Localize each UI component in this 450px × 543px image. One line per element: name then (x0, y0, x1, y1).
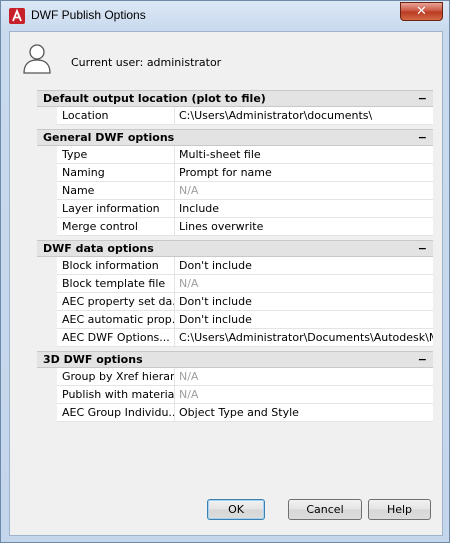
user-icon (23, 44, 51, 74)
row-gutter (37, 218, 57, 236)
row-gutter (37, 146, 57, 164)
collapse-icon[interactable]: − (418, 352, 427, 367)
ok-button[interactable]: OK (207, 499, 265, 520)
property-row[interactable]: Publish with materials N/A (37, 386, 433, 404)
help-button[interactable]: Help (368, 499, 431, 520)
property-name: Name (57, 182, 175, 200)
property-value[interactable]: Lines overwrite (175, 218, 433, 236)
property-row[interactable]: AEC DWF Options... C:\Users\Administrator… (37, 329, 433, 347)
property-row[interactable]: Naming Prompt for name (37, 164, 433, 182)
property-value: N/A (175, 386, 433, 404)
properties-grid: Default output location (plot to file) − L… (37, 90, 433, 422)
dialog-body: Current user: administrator Default outp… (9, 31, 443, 536)
property-name: AEC DWF Options... (57, 329, 175, 347)
collapse-icon[interactable]: − (418, 130, 427, 145)
row-gutter (37, 293, 57, 311)
property-name: Layer information (57, 200, 175, 218)
property-value[interactable]: Include (175, 200, 433, 218)
row-gutter (37, 257, 57, 275)
property-row[interactable]: Layer information Include (37, 200, 433, 218)
property-name: Type (57, 146, 175, 164)
property-row[interactable]: Group by Xref hierar... N/A (37, 368, 433, 386)
property-row[interactable]: Name N/A (37, 182, 433, 200)
property-name: Block information (57, 257, 175, 275)
close-icon: ✕ (416, 4, 427, 19)
property-value: N/A (175, 368, 433, 386)
property-row[interactable]: Type Multi-sheet file (37, 146, 433, 164)
property-value[interactable]: Don't include (175, 311, 433, 329)
row-gutter (37, 311, 57, 329)
property-name: Location (57, 107, 175, 125)
property-row[interactable]: AEC automatic prop... Don't include (37, 311, 433, 329)
property-row[interactable]: Block template file N/A (37, 275, 433, 293)
section-title: Default output location (plot to file) (43, 92, 266, 105)
row-gutter (37, 275, 57, 293)
property-name: AEC Group Individu... (57, 404, 175, 422)
section-title: General DWF options (43, 131, 175, 144)
property-value: N/A (175, 275, 433, 293)
property-value[interactable]: Multi-sheet file (175, 146, 433, 164)
row-gutter (37, 386, 57, 404)
section-title: DWF data options (43, 242, 154, 255)
property-value[interactable]: Don't include (175, 293, 433, 311)
row-gutter (37, 200, 57, 218)
row-gutter (37, 368, 57, 386)
autocad-app-icon (9, 8, 25, 24)
cancel-button[interactable]: Cancel (288, 499, 362, 520)
section-header[interactable]: Default output location (plot to file) − (37, 90, 433, 107)
row-gutter (37, 164, 57, 182)
close-button[interactable]: ✕ (400, 2, 443, 21)
section-title: 3D DWF options (43, 353, 143, 366)
property-row[interactable]: Block information Don't include (37, 257, 433, 275)
property-name: Block template file (57, 275, 175, 293)
property-row[interactable]: Location C:\Users\Administrator\documents… (37, 107, 433, 125)
section-header[interactable]: General DWF options − (37, 129, 433, 146)
section-header[interactable]: DWF data options − (37, 240, 433, 257)
property-value[interactable]: Prompt for name (175, 164, 433, 182)
row-gutter (37, 329, 57, 347)
property-name: AEC automatic prop... (57, 311, 175, 329)
row-gutter (37, 182, 57, 200)
window-title: DWF Publish Options (31, 8, 146, 22)
property-value[interactable]: Object Type and Style (175, 404, 433, 422)
row-gutter (37, 404, 57, 422)
property-name: AEC property set da... (57, 293, 175, 311)
property-name: Publish with materials (57, 386, 175, 404)
property-row[interactable]: AEC property set da... Don't include (37, 293, 433, 311)
property-value[interactable]: C:\Users\Administrator\documents\ (175, 107, 433, 125)
current-user-label: Current user: administrator (71, 56, 222, 69)
property-value[interactable]: C:\Users\Administrator\Documents\Autodes… (175, 329, 433, 347)
property-row[interactable]: Merge control Lines overwrite (37, 218, 433, 236)
property-name: Merge control (57, 218, 175, 236)
section-header[interactable]: 3D DWF options − (37, 351, 433, 368)
property-row[interactable]: AEC Group Individu... Object Type and Sty… (37, 404, 433, 422)
row-gutter (37, 107, 57, 125)
dwf-publish-options-dialog: DWF Publish Options ✕ Current user: admi… (0, 0, 450, 543)
property-name: Naming (57, 164, 175, 182)
property-value: N/A (175, 182, 433, 200)
property-name: Group by Xref hierar... (57, 368, 175, 386)
title-bar[interactable]: DWF Publish Options ✕ (1, 1, 449, 31)
property-value[interactable]: Don't include (175, 257, 433, 275)
collapse-icon[interactable]: − (418, 241, 427, 256)
collapse-icon[interactable]: − (418, 91, 427, 106)
